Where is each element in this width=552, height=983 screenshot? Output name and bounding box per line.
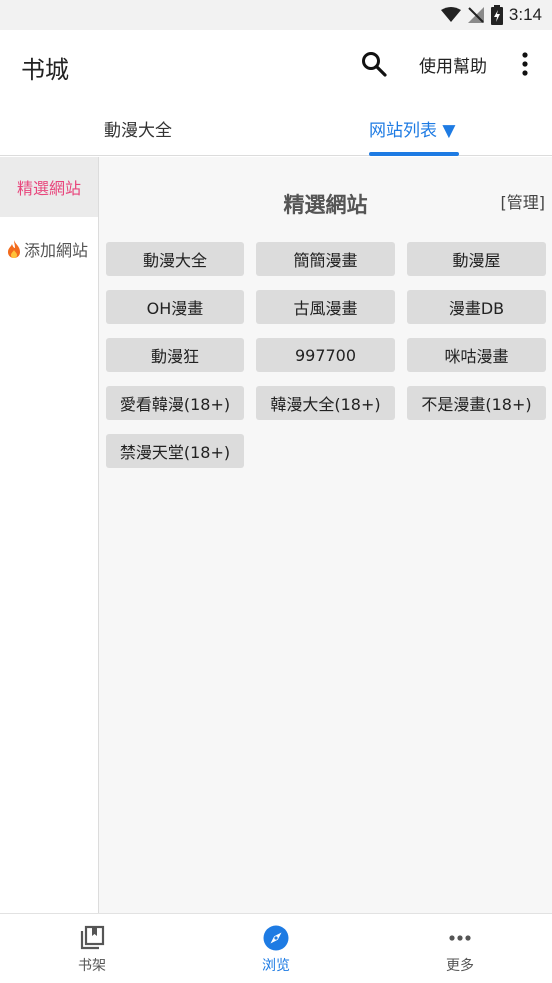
site-button[interactable]: 動漫狂 [106, 338, 244, 372]
nav-more[interactable]: 更多 [420, 924, 500, 975]
search-icon [362, 52, 387, 77]
wifi-icon [440, 7, 461, 22]
nav-bookshelf[interactable]: 书架 [52, 924, 132, 975]
sidebar-item-label: 添加網站 [24, 241, 89, 260]
nav-label: 书架 [78, 958, 106, 974]
site-button[interactable]: 咪咕漫畫 [407, 338, 546, 372]
site-grid: 動漫大全 簡簡漫畫 動漫屋 OH漫畫 古風漫畫 漫畫DB 動漫狂 997700 … [106, 242, 547, 468]
compass-icon [262, 924, 290, 952]
site-button[interactable]: 漫畫DB [407, 290, 546, 324]
site-button[interactable]: 古風漫畫 [256, 290, 395, 324]
search-button[interactable] [360, 50, 388, 78]
sidebar: 精選網站 添加網站 [0, 157, 99, 913]
site-button[interactable]: 997700 [256, 338, 395, 372]
site-button[interactable]: OH漫畫 [106, 290, 244, 324]
overflow-menu-button[interactable] [514, 50, 536, 78]
help-button[interactable]: 使用幫助 [419, 52, 487, 77]
tab-site-list[interactable]: 网站列表 ▼ [369, 116, 455, 141]
app-bar: 书城 使用幫助 [0, 30, 552, 98]
bottom-nav: 书架 浏览 更多 [0, 913, 552, 983]
sidebar-item-label: 精選網站 [16, 179, 81, 198]
nav-browse[interactable]: 浏览 [236, 924, 316, 975]
main-content: 精選網站 [管理] 動漫大全 簡簡漫畫 動漫屋 OH漫畫 古風漫畫 漫畫DB 動… [99, 157, 552, 913]
status-icons: 3:14 [440, 4, 542, 26]
tab-bar: 動漫大全 网站列表 ▼ [0, 98, 552, 156]
fire-icon [8, 240, 20, 258]
site-button[interactable]: 不是漫畫(18+) [407, 386, 546, 420]
battery-icon [490, 5, 503, 25]
status-time: 3:14 [508, 5, 542, 24]
bookshelf-icon [78, 924, 106, 952]
manage-link[interactable]: [管理] [501, 189, 546, 213]
more-horizontal-icon [446, 924, 474, 952]
site-button[interactable]: 韓漫大全(18+) [256, 386, 395, 420]
site-button[interactable]: 愛看韓漫(18+) [106, 386, 244, 420]
more-vertical-icon [522, 52, 528, 76]
site-button[interactable]: 動漫大全 [106, 242, 244, 276]
no-signal-icon [467, 7, 484, 23]
tab-anime-all[interactable]: 動漫大全 [104, 116, 172, 141]
page-title: 书城 [21, 56, 69, 84]
sidebar-item-add-site[interactable]: 添加網站 [0, 219, 98, 279]
site-button[interactable]: 動漫屋 [407, 242, 546, 276]
tab-indicator [369, 152, 459, 156]
site-button[interactable]: 簡簡漫畫 [256, 242, 395, 276]
site-button[interactable]: 禁漫天堂(18+) [106, 434, 244, 468]
status-bar: 3:14 [0, 0, 552, 30]
nav-label: 浏览 [262, 958, 290, 974]
nav-label: 更多 [446, 958, 474, 974]
section-title: 精選網站 [283, 193, 368, 217]
sidebar-item-featured-sites[interactable]: 精選網站 [0, 157, 98, 217]
